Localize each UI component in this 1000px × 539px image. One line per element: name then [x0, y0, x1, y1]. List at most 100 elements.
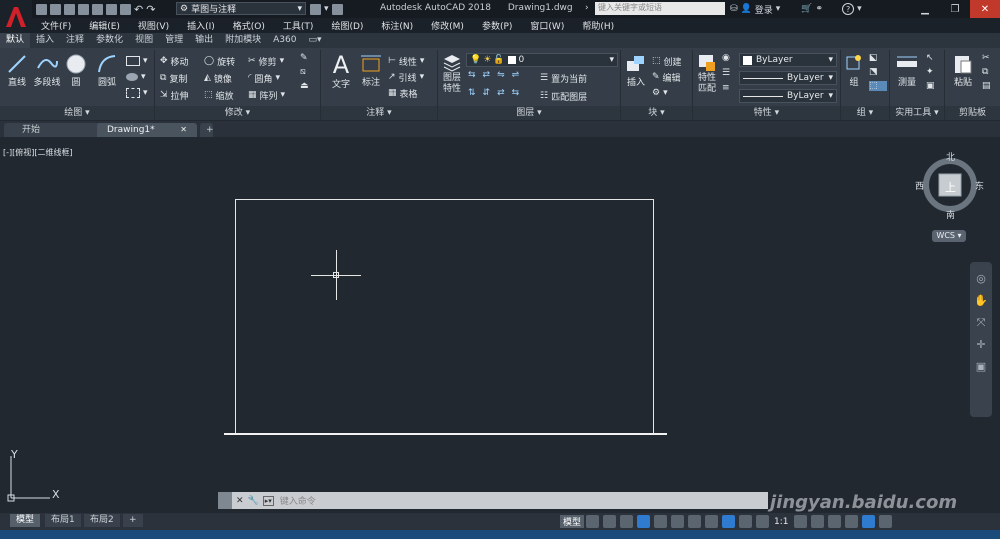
annotation-visibility-icon[interactable] [756, 515, 770, 528]
plus-icon[interactable] [810, 515, 824, 528]
modify-panel-title[interactable]: 修改 ▾ [155, 106, 320, 120]
workspace-switcher[interactable]: ⚙ 草图与注释 ▾ [176, 2, 306, 15]
menu-file[interactable]: 文件(F) [32, 19, 80, 32]
exchange-icon[interactable]: ⚭ [816, 4, 824, 14]
compass-east[interactable]: 东 [975, 179, 984, 192]
array-tool[interactable]: ▦ 阵列 ▾ [248, 87, 298, 103]
hardware-acceleration-icon[interactable] [844, 515, 858, 528]
command-input[interactable]: 键入命令 [280, 494, 316, 507]
menu-window[interactable]: 窗口(W) [521, 19, 573, 32]
select-icon[interactable]: ↖ [926, 53, 940, 63]
layer-freeze-icon[interactable]: ⇋ [497, 70, 505, 80]
zoom-extents-icon[interactable]: ⤧ [970, 312, 992, 334]
measure-tool[interactable]: 测量 [893, 53, 921, 88]
layer-unisolate-icon[interactable]: ⇵ [483, 88, 491, 98]
autocad-logo-button[interactable] [0, 0, 32, 33]
layer-off-icon[interactable]: ⇆ [468, 70, 476, 80]
point-icon[interactable]: ▣ [926, 81, 940, 91]
explode-icon[interactable]: ⧅ [300, 67, 318, 77]
group-tool[interactable]: 组 [843, 53, 865, 88]
lineweight-toggle-icon[interactable] [705, 515, 719, 528]
rotate-tool[interactable]: ◯ 旋转 [204, 53, 248, 69]
isodraft-icon[interactable] [654, 515, 668, 528]
layer-icon[interactable] [331, 3, 343, 15]
match-properties-tool[interactable]: 特性 匹配 [695, 53, 719, 95]
linetype-dropdown[interactable]: ByLayer ▾ [739, 71, 837, 85]
tab-start[interactable]: 开始 [4, 123, 104, 137]
share-icon[interactable] [310, 3, 321, 15]
match-layer-button[interactable]: ☷ 匹配图层 [540, 88, 587, 104]
table-tool[interactable]: ▦ 表格 [388, 85, 438, 101]
viewcube-top-face[interactable]: 上 [945, 179, 956, 195]
ortho-icon[interactable] [620, 515, 634, 528]
menu-view[interactable]: 视图(V) [129, 19, 178, 32]
linear-tool[interactable]: ⊢ 线性 ▾ [388, 53, 438, 69]
save-web-icon[interactable] [106, 3, 117, 15]
erase-icon[interactable]: ✎ [300, 53, 318, 63]
close-command-icon[interactable]: ✕ [236, 496, 244, 506]
tab-model[interactable]: 模型 [10, 514, 41, 527]
tab-insert[interactable]: 插入 [30, 33, 60, 48]
tab-parametric[interactable]: 参数化 [90, 33, 129, 48]
edit-block-button[interactable]: ✎ 编辑 [652, 69, 692, 85]
search-input[interactable]: 键入关键字或短语 [595, 2, 725, 15]
move-tool[interactable]: ✥ 移动 [160, 53, 204, 69]
menu-help[interactable]: 帮助(H) [573, 19, 623, 32]
viewport-controls[interactable]: [-][俯视][二维线框] [3, 147, 73, 158]
polar-icon[interactable] [637, 515, 651, 528]
lineweight-dropdown[interactable]: ByLayer ▾ [739, 89, 837, 103]
annotation-scale[interactable]: 1:1 [774, 517, 788, 527]
hatch-tool[interactable]: ▾ [126, 69, 150, 85]
chevron-down-icon[interactable]: ▾ [857, 4, 862, 14]
drawn-rectangle[interactable] [235, 199, 654, 434]
layer-thaw-icon[interactable]: ⇄ [497, 88, 505, 98]
tab-home[interactable]: 默认 [0, 33, 31, 48]
user-icon[interactable]: 👤 [741, 4, 752, 14]
ungroup-icon[interactable]: ⬕ [869, 53, 887, 63]
cart-icon[interactable]: 🛒 [801, 4, 812, 14]
undo-icon[interactable]: ↶ [134, 3, 143, 16]
quick-calc-icon[interactable]: ✦ [926, 67, 940, 77]
groups-panel-title[interactable]: 组 ▾ [841, 106, 889, 120]
menu-insert[interactable]: 插入(I) [178, 19, 224, 32]
mirror-tool[interactable]: ◭ 镜像 [204, 70, 248, 86]
menu-edit[interactable]: 编辑(E) [80, 19, 129, 32]
minimize-button[interactable]: ▁ [910, 0, 940, 18]
line-tool[interactable]: 直线 [4, 53, 30, 88]
save-as-icon[interactable] [78, 3, 89, 15]
group-edit-icon[interactable]: ⬔ [869, 67, 887, 77]
model-space-toggle[interactable]: 模型 [560, 515, 585, 528]
tab-view[interactable]: 视图 [129, 33, 159, 48]
menu-format[interactable]: 格式(O) [224, 19, 274, 32]
orbit-icon[interactable]: ✛ [970, 334, 992, 356]
menu-parametric[interactable]: 参数(P) [473, 19, 521, 32]
arc-tool[interactable]: 圆弧 [94, 53, 120, 88]
open-file-icon[interactable] [50, 3, 61, 15]
tab-output[interactable]: 输出 [189, 33, 219, 48]
tab-a360[interactable]: A360 [267, 33, 302, 48]
compass-west[interactable]: 西 [915, 179, 924, 192]
circle-tool[interactable]: 圆 [63, 53, 89, 88]
workspace-gear-icon[interactable] [793, 515, 807, 528]
plot-icon[interactable] [120, 3, 131, 15]
stretch-tool[interactable]: ⇲ 拉伸 [160, 87, 204, 103]
create-block-button[interactable]: ⬚ 创建 [652, 53, 692, 69]
layer-isolate-icon[interactable]: ⇄ [483, 70, 491, 80]
menu-tools[interactable]: 工具(T) [274, 19, 323, 32]
grid-icon[interactable] [586, 515, 600, 528]
dimension-tool[interactable]: 标注 [358, 53, 384, 88]
command-line-grip[interactable] [218, 492, 232, 509]
polyline-tool[interactable]: 多段线 [33, 53, 61, 88]
clean-screen-icon[interactable] [861, 515, 875, 528]
layer-on-icon[interactable]: ⇅ [468, 88, 476, 98]
tab-addins[interactable]: 附加模块 [219, 33, 267, 48]
menu-dimension[interactable]: 标注(N) [372, 19, 422, 32]
match-clip-icon[interactable]: ▤ [982, 81, 996, 91]
fillet-tool[interactable]: ◜ 圆角 ▾ [248, 70, 298, 86]
layer-unlock-icon[interactable]: ⇆ [512, 88, 520, 98]
tab-drawing1[interactable]: Drawing1* ✕ [97, 123, 197, 137]
insert-block-tool[interactable]: 插入 [623, 53, 649, 88]
copy-tool[interactable]: ⧉ 复制 [160, 70, 204, 86]
wcs-menu[interactable]: WCS ▾ [932, 230, 966, 242]
layer-dropdown[interactable]: 💡 ☀ 🔓 0 ▾ [466, 53, 618, 67]
